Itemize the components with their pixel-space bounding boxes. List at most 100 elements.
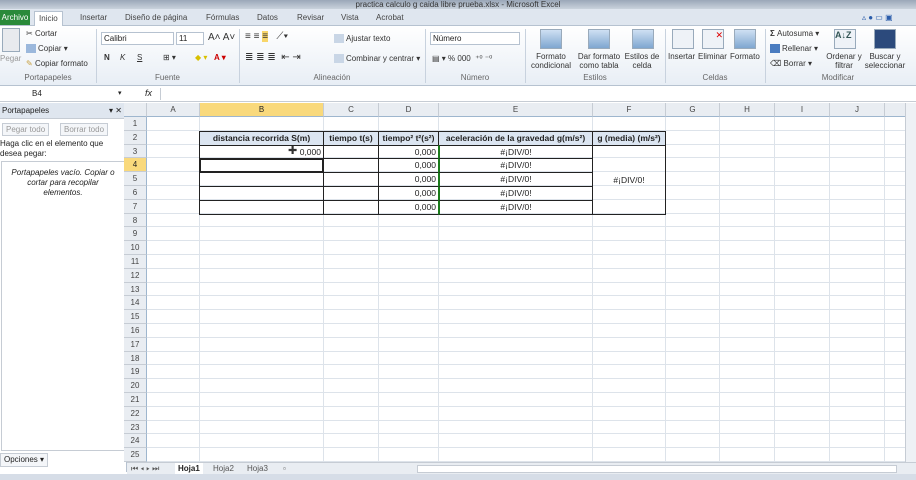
vertical-scrollbar[interactable] xyxy=(905,103,916,462)
cell-tiempo[interactable] xyxy=(323,172,379,187)
cell-aceleracion[interactable]: #¡DIV/0! xyxy=(438,144,593,160)
cell-tiempo[interactable] xyxy=(323,199,379,215)
row-header[interactable]: 15 xyxy=(124,310,147,324)
format-table-button[interactable]: Dar formato como tabla xyxy=(576,52,622,70)
italic-button[interactable]: K xyxy=(120,53,125,62)
row-header[interactable]: 24 xyxy=(124,434,147,449)
row-header[interactable]: 2 xyxy=(124,130,147,145)
tab-acrobat[interactable]: Acrobat xyxy=(372,11,408,26)
cell-styles-icon[interactable] xyxy=(632,29,654,49)
row-header[interactable]: 14 xyxy=(124,296,147,311)
delete-cells-button[interactable]: Eliminar xyxy=(698,52,727,61)
find-select-button[interactable]: Buscar y seleccionar xyxy=(862,52,908,70)
number-format-select[interactable]: Número xyxy=(430,32,520,45)
cell-aceleracion[interactable]: #¡DIV/0! xyxy=(438,172,593,187)
row-header[interactable]: 11 xyxy=(124,255,147,269)
align-left-icon[interactable]: ≣ ≣ ≣ ⇤ ⇥ xyxy=(245,52,301,63)
sheet-nav-buttons[interactable]: ⏮ ◂ ▸ ⏭ xyxy=(131,463,159,474)
row-header[interactable]: 16 xyxy=(124,324,147,338)
row-header[interactable]: 10 xyxy=(124,241,147,255)
column-header-extra[interactable] xyxy=(885,103,905,117)
row-header[interactable]: 3 xyxy=(124,144,147,159)
borders-icon[interactable]: ⊞ ▾ xyxy=(163,53,176,62)
tab-revisar[interactable]: Revisar xyxy=(293,11,328,26)
paste-icon[interactable] xyxy=(2,28,20,52)
cell-distancia[interactable]: 0,000 xyxy=(199,144,324,160)
select-all-corner[interactable] xyxy=(124,103,147,117)
delete-cells-icon[interactable]: ✕ xyxy=(702,29,724,49)
column-header-b[interactable]: B xyxy=(200,103,324,117)
column-header-d[interactable]: D xyxy=(379,103,439,117)
insert-cells-button[interactable]: Insertar xyxy=(668,52,695,61)
sort-filter-button[interactable]: Ordenar y filtrar xyxy=(826,52,862,70)
currency-icon[interactable]: ▤ ▾ % 000 ⁺⁰ ⁻⁰ xyxy=(432,54,492,63)
format-cells-icon[interactable] xyxy=(734,29,756,49)
font-color-icon[interactable]: A ▾ xyxy=(214,53,226,62)
column-header-a[interactable]: A xyxy=(147,103,200,117)
font-name-select[interactable]: Calibri xyxy=(101,32,174,45)
cut-button[interactable]: ✂ Cortar xyxy=(26,29,57,38)
tab-diseno[interactable]: Diseño de página xyxy=(121,11,191,26)
row-header[interactable]: 8 xyxy=(124,213,147,228)
format-cells-button[interactable]: Formato xyxy=(730,52,760,61)
row-header[interactable]: 1 xyxy=(124,117,147,131)
cell-tiempo-cuadrado[interactable]: 0,000 xyxy=(378,158,439,174)
sheet-tab-hoja3[interactable]: Hoja3 xyxy=(247,463,268,474)
row-header[interactable]: 18 xyxy=(124,351,147,366)
thousands-button[interactable]: 000 xyxy=(457,54,470,63)
percent-button[interactable]: % xyxy=(448,54,455,63)
cell-distancia[interactable] xyxy=(199,199,324,215)
underline-button[interactable]: S xyxy=(137,53,142,62)
copy-button[interactable]: Copiar ▾ xyxy=(26,44,68,54)
grow-font-button[interactable]: A˄ A˅ xyxy=(208,32,235,43)
row-header[interactable]: 13 xyxy=(124,282,147,297)
clear-all-button[interactable]: Borrar todo xyxy=(60,123,109,136)
row-header[interactable]: 17 xyxy=(124,337,147,352)
cell-g-media[interactable]: #¡DIV/0! xyxy=(592,144,666,215)
column-header-e[interactable]: E xyxy=(439,103,593,117)
tab-vista[interactable]: Vista xyxy=(337,11,363,26)
name-box[interactable]: B4 xyxy=(0,88,95,100)
tab-archivo[interactable]: Archivo xyxy=(0,10,30,25)
row-header[interactable]: 9 xyxy=(124,227,147,242)
row-header[interactable]: 25 xyxy=(124,448,147,462)
active-cell-b4[interactable] xyxy=(199,158,324,174)
format-table-icon[interactable] xyxy=(588,29,610,49)
autosum-button[interactable]: Σ Autosuma ▾ xyxy=(770,29,819,38)
help-icon[interactable]: ▵ ● ▭ ▣ xyxy=(858,11,897,26)
sheet-tab-hoja2[interactable]: Hoja2 xyxy=(213,463,234,474)
cell-aceleracion[interactable]: #¡DIV/0! xyxy=(438,186,593,201)
cell-tiempo[interactable] xyxy=(323,186,379,201)
close-icon[interactable]: ▾ ✕ xyxy=(109,103,122,119)
fill-button[interactable]: Rellenar ▾ xyxy=(770,44,818,54)
clear-button[interactable]: ⌫ Borrar ▾ xyxy=(770,59,812,68)
conditional-format-button[interactable]: Formato condicional xyxy=(528,52,574,70)
bold-button[interactable]: N xyxy=(104,53,110,62)
cell-tiempo-cuadrado[interactable]: 0,000 xyxy=(378,144,439,160)
cell-distancia[interactable] xyxy=(199,186,324,201)
align-top-icon[interactable]: ≡ ≡ ≡ ⟋▾ xyxy=(245,31,288,42)
cell-aceleracion[interactable]: #¡DIV/0! xyxy=(438,158,593,174)
row-header[interactable]: 20 xyxy=(124,379,147,393)
tab-inicio[interactable]: Inicio xyxy=(34,11,63,26)
row-header[interactable]: 6 xyxy=(124,186,147,200)
column-header-g[interactable]: G xyxy=(666,103,720,117)
paste-button[interactable]: Pegar xyxy=(0,54,21,63)
insert-cells-icon[interactable] xyxy=(672,29,694,49)
cell-aceleracion[interactable]: #¡DIV/0! xyxy=(438,199,593,215)
conditional-format-icon[interactable] xyxy=(540,29,562,49)
find-select-icon[interactable] xyxy=(874,29,896,49)
sort-filter-icon[interactable]: A↓Z xyxy=(834,29,856,49)
column-header-h[interactable]: H xyxy=(720,103,775,117)
row-header[interactable]: 21 xyxy=(124,393,147,407)
tab-formulas[interactable]: Fórmulas xyxy=(202,11,243,26)
row-header[interactable]: 19 xyxy=(124,365,147,380)
options-button[interactable]: Opciones ▾ xyxy=(0,453,49,467)
new-sheet-icon[interactable]: ▫ xyxy=(283,463,286,474)
spreadsheet-grid[interactable]: A B C D E F G H I J 1 2 3 4 5 6 7 8 9 10 11 12 13 14 15 16 17 18 19 2… xyxy=(124,103,905,462)
fill-color-icon[interactable]: ◆ ▾ xyxy=(195,53,207,62)
row-header[interactable]: 7 xyxy=(124,199,147,214)
row-header[interactable]: 4 xyxy=(124,158,147,173)
column-header-f[interactable]: F xyxy=(593,103,666,117)
column-header-j[interactable]: J xyxy=(830,103,885,117)
